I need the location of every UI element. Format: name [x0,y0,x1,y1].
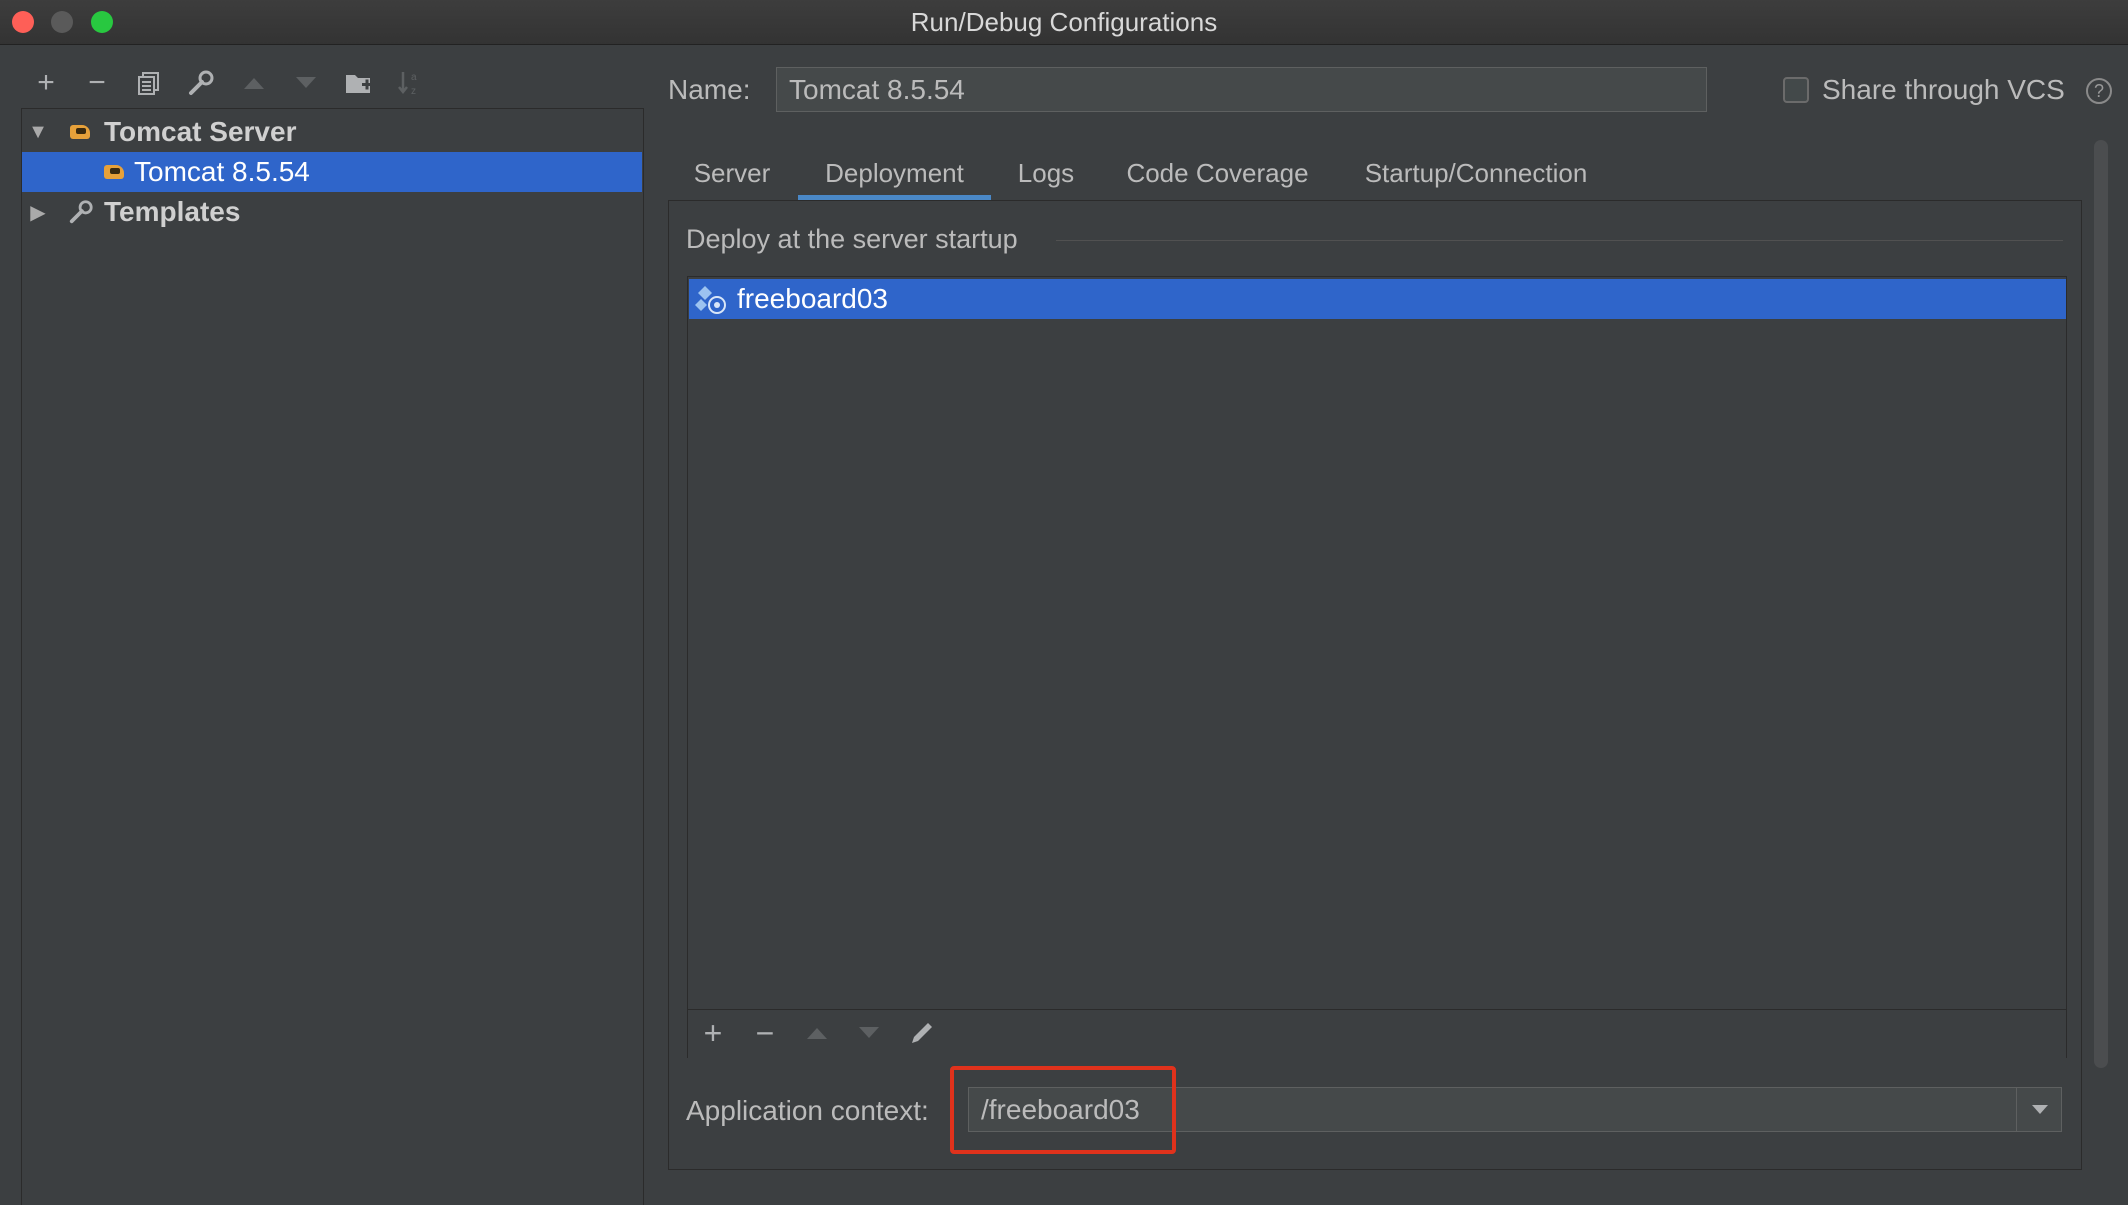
section-divider [1056,240,2063,241]
tree-item-label: Tomcat Server [104,116,297,147]
application-context-label: Application context: [686,1095,929,1126]
svg-text:z: z [411,86,416,97]
tab-deployment[interactable]: Deployment [798,146,991,200]
run-debug-configurations-window: Run/Debug Configurations + − az ▼ Tomcat… [0,0,2128,1205]
configuration-tree [21,108,644,1205]
new-folder-icon[interactable] [342,66,376,100]
move-down-icon [289,66,323,100]
share-through-vcs-label: Share through VCS [1822,74,2065,105]
move-down-icon [851,1015,887,1051]
tomcat-icon [102,160,128,184]
title-bar: Run/Debug Configurations [0,0,2128,45]
tab-code-coverage[interactable]: Code Coverage [1115,146,1320,200]
vertical-scrollbar[interactable] [2094,140,2108,1068]
tab-logs[interactable]: Logs [1003,146,1089,200]
chevron-right-icon[interactable]: ▶ [26,200,50,224]
add-artifact-icon[interactable]: + [695,1015,731,1051]
section-title: Deploy at the server startup [686,224,1018,254]
tab-server[interactable]: Server [676,146,788,200]
name-field[interactable]: Tomcat 8.5.54 [776,67,1707,112]
artifact-list-toolbar [688,1009,2066,1058]
add-icon[interactable]: + [29,66,63,100]
wrench-icon[interactable] [184,66,218,100]
tree-item-tomcat-8-5-54[interactable]: Tomcat 8.5.54 [22,152,642,192]
chevron-down-icon[interactable] [2016,1088,2062,1131]
copy-icon[interactable] [132,66,166,100]
sort-icon: az [393,66,427,100]
artifact-icon [695,283,727,315]
artifact-row-freeboard03[interactable]: freeboard03 [689,279,2066,319]
move-up-icon [799,1015,835,1051]
svg-text:a: a [411,72,417,83]
artifact-list [687,276,2067,1058]
share-through-vcs-checkbox[interactable] [1783,77,1809,103]
chevron-down-icon[interactable]: ▼ [26,120,50,144]
remove-artifact-icon[interactable]: − [747,1015,783,1051]
artifact-label: freeboard03 [737,283,889,314]
help-icon[interactable]: ? [2086,78,2112,104]
edit-artifact-icon[interactable] [904,1015,940,1051]
tree-item-label: Tomcat 8.5.54 [134,156,310,187]
name-label: Name: [668,74,751,105]
tree-item-templates[interactable]: ▶ Templates [22,192,642,232]
move-up-icon [237,66,271,100]
wrench-icon [68,199,94,225]
remove-icon[interactable]: − [80,66,114,100]
window-title: Run/Debug Configurations [910,7,1218,37]
highlight-annotation [950,1066,1176,1154]
tab-startup-connection[interactable]: Startup/Connection [1346,146,1606,200]
tree-item-label: Templates [104,196,241,227]
tree-item-tomcat-server[interactable]: ▼ Tomcat Server [22,112,642,152]
tomcat-icon [68,120,94,144]
